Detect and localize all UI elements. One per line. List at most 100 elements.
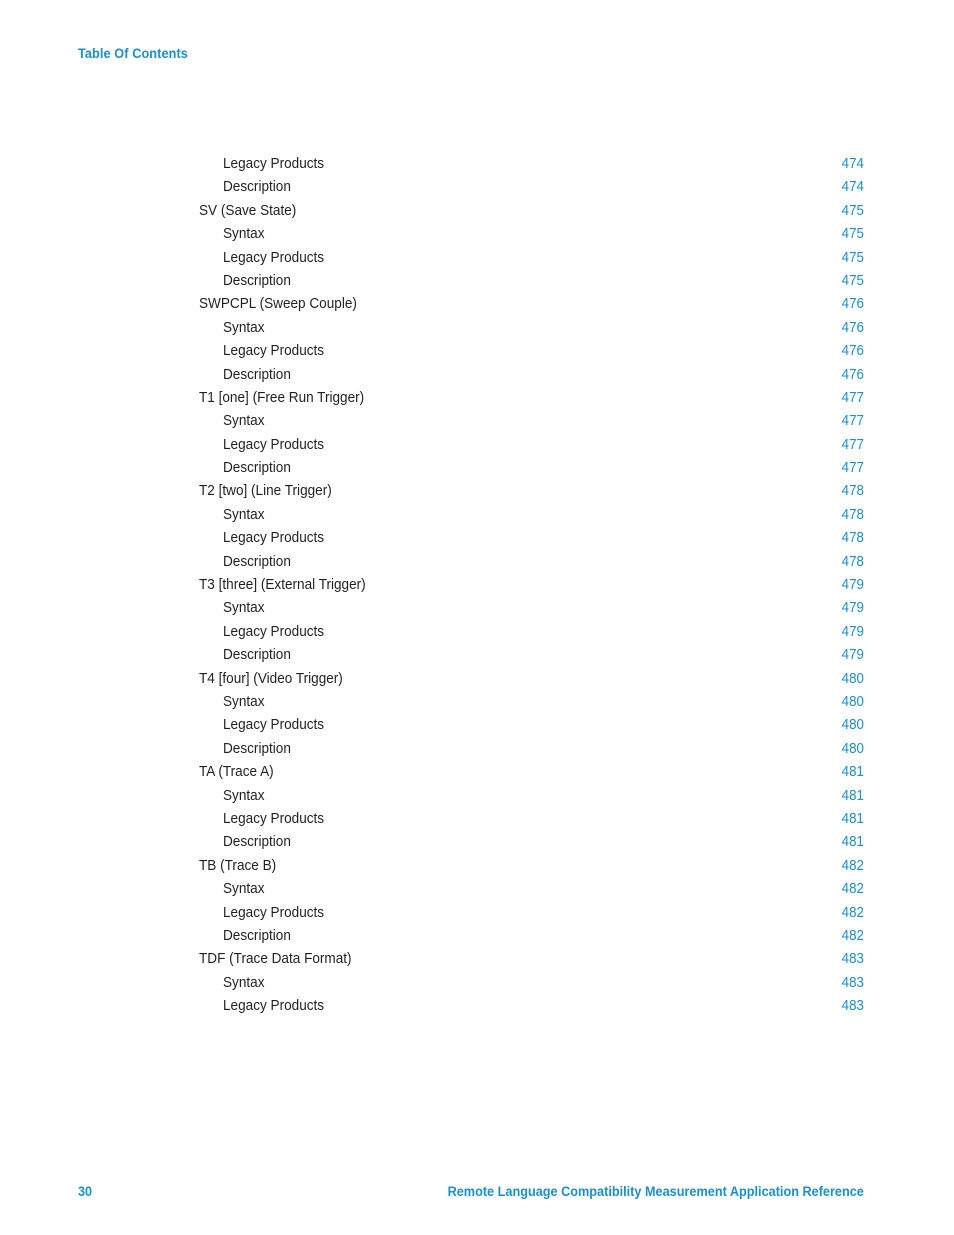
running-header-table-of-contents: Table Of Contents (78, 46, 188, 61)
toc-entry[interactable]: Legacy Products 481 (199, 808, 864, 831)
toc-entry-page-number: 477 (841, 436, 864, 453)
toc-entry[interactable]: Description 482 (199, 925, 864, 948)
toc-entry[interactable]: T2 [two] (Line Trigger) 478 (199, 480, 864, 503)
toc-entry[interactable]: TB (Trace B) 482 (199, 855, 864, 878)
toc-entry[interactable]: Description 476 (199, 364, 864, 387)
toc-entry-page-number: 476 (841, 343, 864, 360)
toc-entry-label: Legacy Products (223, 623, 325, 640)
toc-entry-page-number: 483 (841, 974, 864, 991)
toc-entry[interactable]: Legacy Products 475 (199, 247, 864, 270)
toc-entry-label: Syntax (223, 226, 265, 243)
toc-entry-label: T4 [four] (Video Trigger) (199, 670, 343, 687)
toc-entry[interactable]: Description 478 (199, 551, 864, 574)
toc-entry[interactable]: Syntax 483 (199, 972, 864, 995)
toc-entry-label: Legacy Products (223, 343, 325, 360)
toc-entry-page-number: 475 (841, 272, 864, 289)
toc-entry[interactable]: Legacy Products 482 (199, 902, 864, 925)
toc-entry[interactable]: TDF (Trace Data Format) 483 (199, 948, 864, 971)
toc-entry-page-number: 474 (841, 156, 864, 172)
toc-entry[interactable]: Description 474 (199, 176, 864, 199)
footer-document-title: Remote Language Compatibility Measuremen… (447, 1184, 864, 1199)
toc-entry-page-number: 475 (841, 226, 864, 243)
toc-entry-page-number: 476 (841, 319, 864, 336)
toc-entry[interactable]: Syntax 480 (199, 691, 864, 714)
toc-entry[interactable]: Legacy Products 483 (199, 995, 864, 1018)
toc-entry-page-number: 477 (841, 413, 864, 430)
toc-entry[interactable]: Description 475 (199, 270, 864, 293)
toc-entry-label: Syntax (223, 600, 265, 617)
toc-entry-page-number: 474 (841, 179, 864, 196)
toc-entry[interactable]: Description 479 (199, 644, 864, 667)
toc-entry[interactable]: Syntax 481 (199, 785, 864, 808)
toc-entry[interactable]: Syntax 479 (199, 597, 864, 620)
page-footer: 30 Remote Language Compatibility Measure… (78, 1184, 864, 1204)
toc-entry-page-number: 480 (841, 693, 864, 710)
toc-entry[interactable]: Legacy Products 477 (199, 434, 864, 457)
toc-entry[interactable]: Syntax 475 (199, 223, 864, 246)
toc-entry-page-number: 483 (841, 998, 864, 1015)
toc-entry-page-number: 479 (841, 647, 864, 664)
toc-entry-label: Description (223, 272, 291, 289)
toc-entry-page-number: 476 (841, 366, 864, 383)
toc-entry[interactable]: TA (Trace A) 481 (199, 761, 864, 784)
toc-entry-label: Legacy Products (223, 717, 325, 734)
toc-entry[interactable]: Syntax 476 (199, 317, 864, 340)
toc-entry-label: Description (223, 647, 291, 664)
toc-entry[interactable]: Legacy Products 480 (199, 714, 864, 737)
toc-entry[interactable]: Syntax 482 (199, 878, 864, 901)
toc-entry-label: Legacy Products (223, 249, 325, 266)
toc-entry-page-number: 482 (841, 881, 864, 898)
toc-entry-page-number: 481 (841, 764, 864, 781)
toc-entry-label: TA (Trace A) (199, 764, 274, 781)
toc-entry-label: Legacy Products (223, 810, 325, 827)
toc-entry-page-number: 480 (841, 717, 864, 734)
toc-entry[interactable]: Legacy Products 479 (199, 621, 864, 644)
toc-entry-label: Description (223, 834, 291, 851)
toc-entry-label: SV (Save State) (199, 202, 297, 219)
toc-entry-page-number: 482 (841, 904, 864, 921)
toc-entry-label: Description (223, 366, 291, 383)
toc-entry-label: Legacy Products (223, 904, 325, 921)
toc-entry-label: Legacy Products (223, 998, 325, 1015)
toc-entry-page-number: 480 (841, 740, 864, 757)
toc-entry[interactable]: SWPCPL (Sweep Couple) 476 (199, 293, 864, 316)
toc-entry[interactable]: SV (Save State) 475 (199, 200, 864, 223)
toc-entry-page-number: 477 (841, 389, 864, 406)
toc-entry-label: Legacy Products (223, 436, 325, 453)
toc-entry-label: TDF (Trace Data Format) (199, 951, 352, 968)
toc-entry[interactable]: Description 477 (199, 457, 864, 480)
toc-entry-page-number: 479 (841, 600, 864, 617)
toc-entry-page-number: 478 (841, 506, 864, 523)
footer-page-number: 30 (78, 1184, 93, 1199)
toc-entry-page-number: 481 (841, 810, 864, 827)
toc-entry-page-number: 481 (841, 834, 864, 851)
toc-entry-page-number: 478 (841, 483, 864, 500)
toc-entry[interactable]: T1 [one] (Free Run Trigger) 477 (199, 387, 864, 410)
toc-entry[interactable]: Description 481 (199, 831, 864, 854)
toc-entry[interactable]: T4 [four] (Video Trigger) 480 (199, 668, 864, 691)
toc-entry-label: TB (Trace B) (199, 857, 277, 874)
toc-entry-label: Legacy Products (223, 156, 325, 172)
toc-entry-page-number: 482 (841, 927, 864, 944)
toc-entry-page-number: 482 (841, 857, 864, 874)
toc-entry[interactable]: T3 [three] (External Trigger) 479 (199, 574, 864, 597)
toc-entry[interactable]: Syntax 477 (199, 410, 864, 433)
toc-entry-label: Syntax (223, 693, 265, 710)
toc-entry[interactable]: Legacy Products 476 (199, 340, 864, 363)
toc-entry[interactable]: Legacy Products 478 (199, 527, 864, 550)
toc-entry-label: Syntax (223, 881, 265, 898)
toc-entry-page-number: 478 (841, 530, 864, 547)
toc-entry[interactable]: Legacy Products 474 (199, 153, 864, 176)
toc-entry-page-number: 479 (841, 577, 864, 594)
toc-entry-label: SWPCPL (Sweep Couple) (199, 296, 357, 313)
toc-entry-page-number: 478 (841, 553, 864, 570)
toc-entry-label: Syntax (223, 787, 265, 804)
toc-entry-page-number: 481 (841, 787, 864, 804)
toc-entry-label: T2 [two] (Line Trigger) (199, 483, 332, 500)
toc-entry-page-number: 479 (841, 623, 864, 640)
toc-entry-page-number: 475 (841, 249, 864, 266)
toc-entry[interactable]: Description 480 (199, 738, 864, 761)
toc-entry-label: Description (223, 740, 291, 757)
toc-entry[interactable]: Syntax 478 (199, 504, 864, 527)
table-of-contents-list: Legacy Products 474 Description 474 SV (Save… (199, 153, 864, 1018)
